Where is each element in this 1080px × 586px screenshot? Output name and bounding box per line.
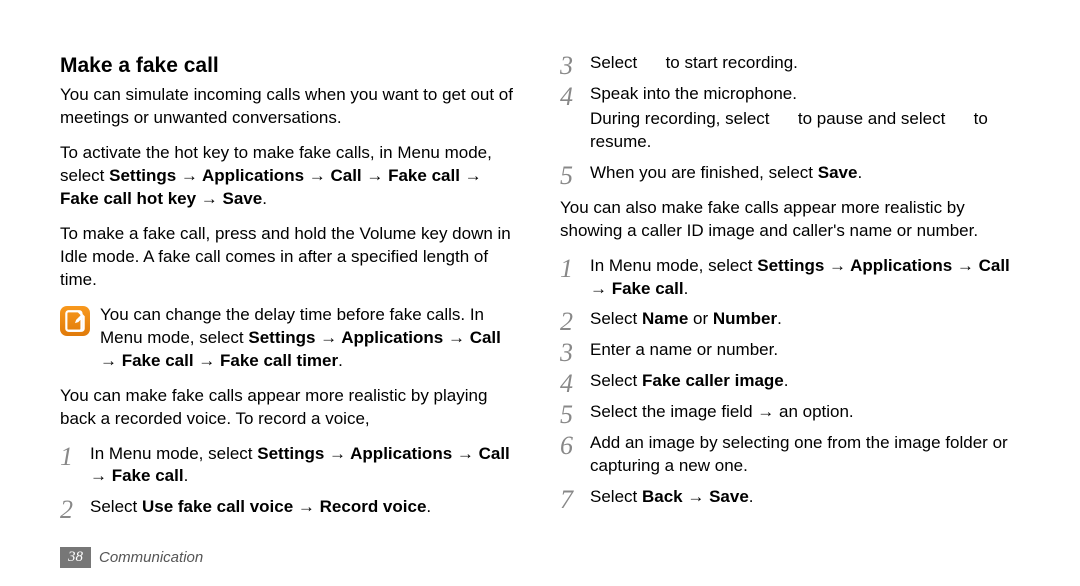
text: . [784,371,789,390]
left-column: Make a fake call You can simulate incomi… [60,52,520,531]
text: . [426,497,431,516]
text: . [857,163,862,182]
text: In Menu mode, select [90,444,257,463]
step: When you are finished, select Save. [560,162,1020,185]
callerid-intro: You can also make fake calls appear more… [560,197,1020,243]
footer-section: Communication [99,549,203,566]
text: . [777,309,782,328]
text: . [684,279,689,298]
text: Select [90,497,142,516]
page-number: 38 [60,547,91,568]
text-bold: Back → Save [642,487,749,506]
howto-paragraph: To make a fake call, press and hold the … [60,223,520,292]
intro-paragraph: You can simulate incoming calls when you… [60,84,520,130]
step: In Menu mode, select Settings → Applicat… [60,443,520,489]
right-column: Select to start recording. Speak into th… [560,52,1020,531]
steps-record: In Menu mode, select Settings → Applicat… [60,443,520,520]
text: Select [590,371,642,390]
path-bold: Settings → Applications → Call → Fake ca… [60,166,482,208]
text-bold: Name [642,309,688,328]
text: In Menu mode, select [590,256,757,275]
section-heading: Make a fake call [60,52,520,80]
step: Select Fake caller image. [560,370,1020,393]
steps-record-cont: Select to start recording. Speak into th… [560,52,1020,185]
text: . [338,351,343,370]
page-content: Make a fake call You can simulate incomi… [0,0,1080,531]
text-bold: Number [713,309,777,328]
steps-callerid: In Menu mode, select Settings → Applicat… [560,255,1020,509]
text: . [184,466,189,485]
activate-paragraph: To activate the hot key to make fake cal… [60,142,520,211]
path-bold: Use fake call voice → Record voice [142,497,426,516]
record-intro: You can make fake calls appear more real… [60,385,520,431]
text: Select [590,309,642,328]
text: During recording, select to pause and se… [590,108,1020,154]
text: Select [590,487,642,506]
text: When you are finished, select [590,163,818,182]
step: Add an image by selecting one from the i… [560,432,1020,478]
text: or [688,309,713,328]
page-footer: 38 Communication [60,547,203,568]
text: Speak into the microphone. [590,84,797,103]
step: Select to start recording. [560,52,1020,75]
step: Select Name or Number. [560,308,1020,331]
note-block: You can change the delay time before fak… [60,304,520,373]
text: . [749,487,754,506]
text-bold: Save [818,163,858,182]
step: In Menu mode, select Settings → Applicat… [560,255,1020,301]
text-bold: Fake caller image [642,371,784,390]
note-text: You can change the delay time before fak… [100,304,520,373]
step: Speak into the microphone. During record… [560,83,1020,154]
step: Enter a name or number. [560,339,1020,362]
text: . [262,189,267,208]
step: Select Use fake call voice → Record voic… [60,496,520,519]
note-icon [60,306,90,336]
step: Select the image field → an option. [560,401,1020,424]
step: Select Back → Save. [560,486,1020,509]
